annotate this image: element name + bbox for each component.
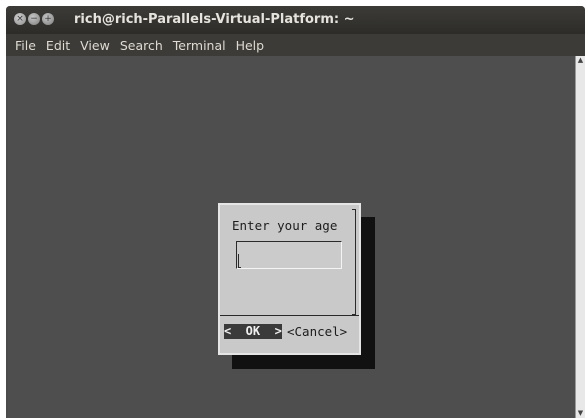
close-icon[interactable]: × [14, 13, 26, 25]
menu-terminal[interactable]: Terminal [168, 38, 231, 53]
terminal-window: × − + rich@rich-Parallels-Virtual-Platfo… [6, 6, 585, 418]
menu-bar: File Edit View Search Terminal Help [6, 34, 585, 56]
dialog-prompt: Enter your age [232, 218, 338, 233]
terminal-area[interactable]: Enter your age < OK > <Cancel> [8, 56, 576, 418]
menu-help[interactable]: Help [231, 38, 270, 53]
scroll-up-icon[interactable]: ▲ [576, 56, 585, 65]
ok-button[interactable]: < OK > [224, 324, 282, 339]
title-bar[interactable]: × − + rich@rich-Parallels-Virtual-Platfo… [6, 6, 585, 34]
text-cursor [238, 254, 241, 268]
cancel-button[interactable]: <Cancel> [287, 324, 347, 339]
window-title: rich@rich-Parallels-Virtual-Platform: ~ [74, 12, 355, 27]
maximize-icon[interactable]: + [42, 13, 54, 25]
input-dialog: Enter your age < OK > <Cancel> [218, 203, 361, 355]
scroll-down-icon[interactable]: ▼ [576, 409, 585, 418]
menu-edit[interactable]: Edit [41, 38, 75, 53]
menu-search[interactable]: Search [115, 38, 168, 53]
dialog-separator [220, 315, 359, 316]
vertical-scrollbar[interactable]: ▲ ▼ [575, 56, 585, 418]
menu-view[interactable]: View [75, 38, 115, 53]
age-input[interactable] [236, 241, 342, 269]
minimize-icon[interactable]: − [28, 13, 40, 25]
dialog-frame-edge [352, 209, 356, 315]
menu-file[interactable]: File [10, 38, 41, 53]
